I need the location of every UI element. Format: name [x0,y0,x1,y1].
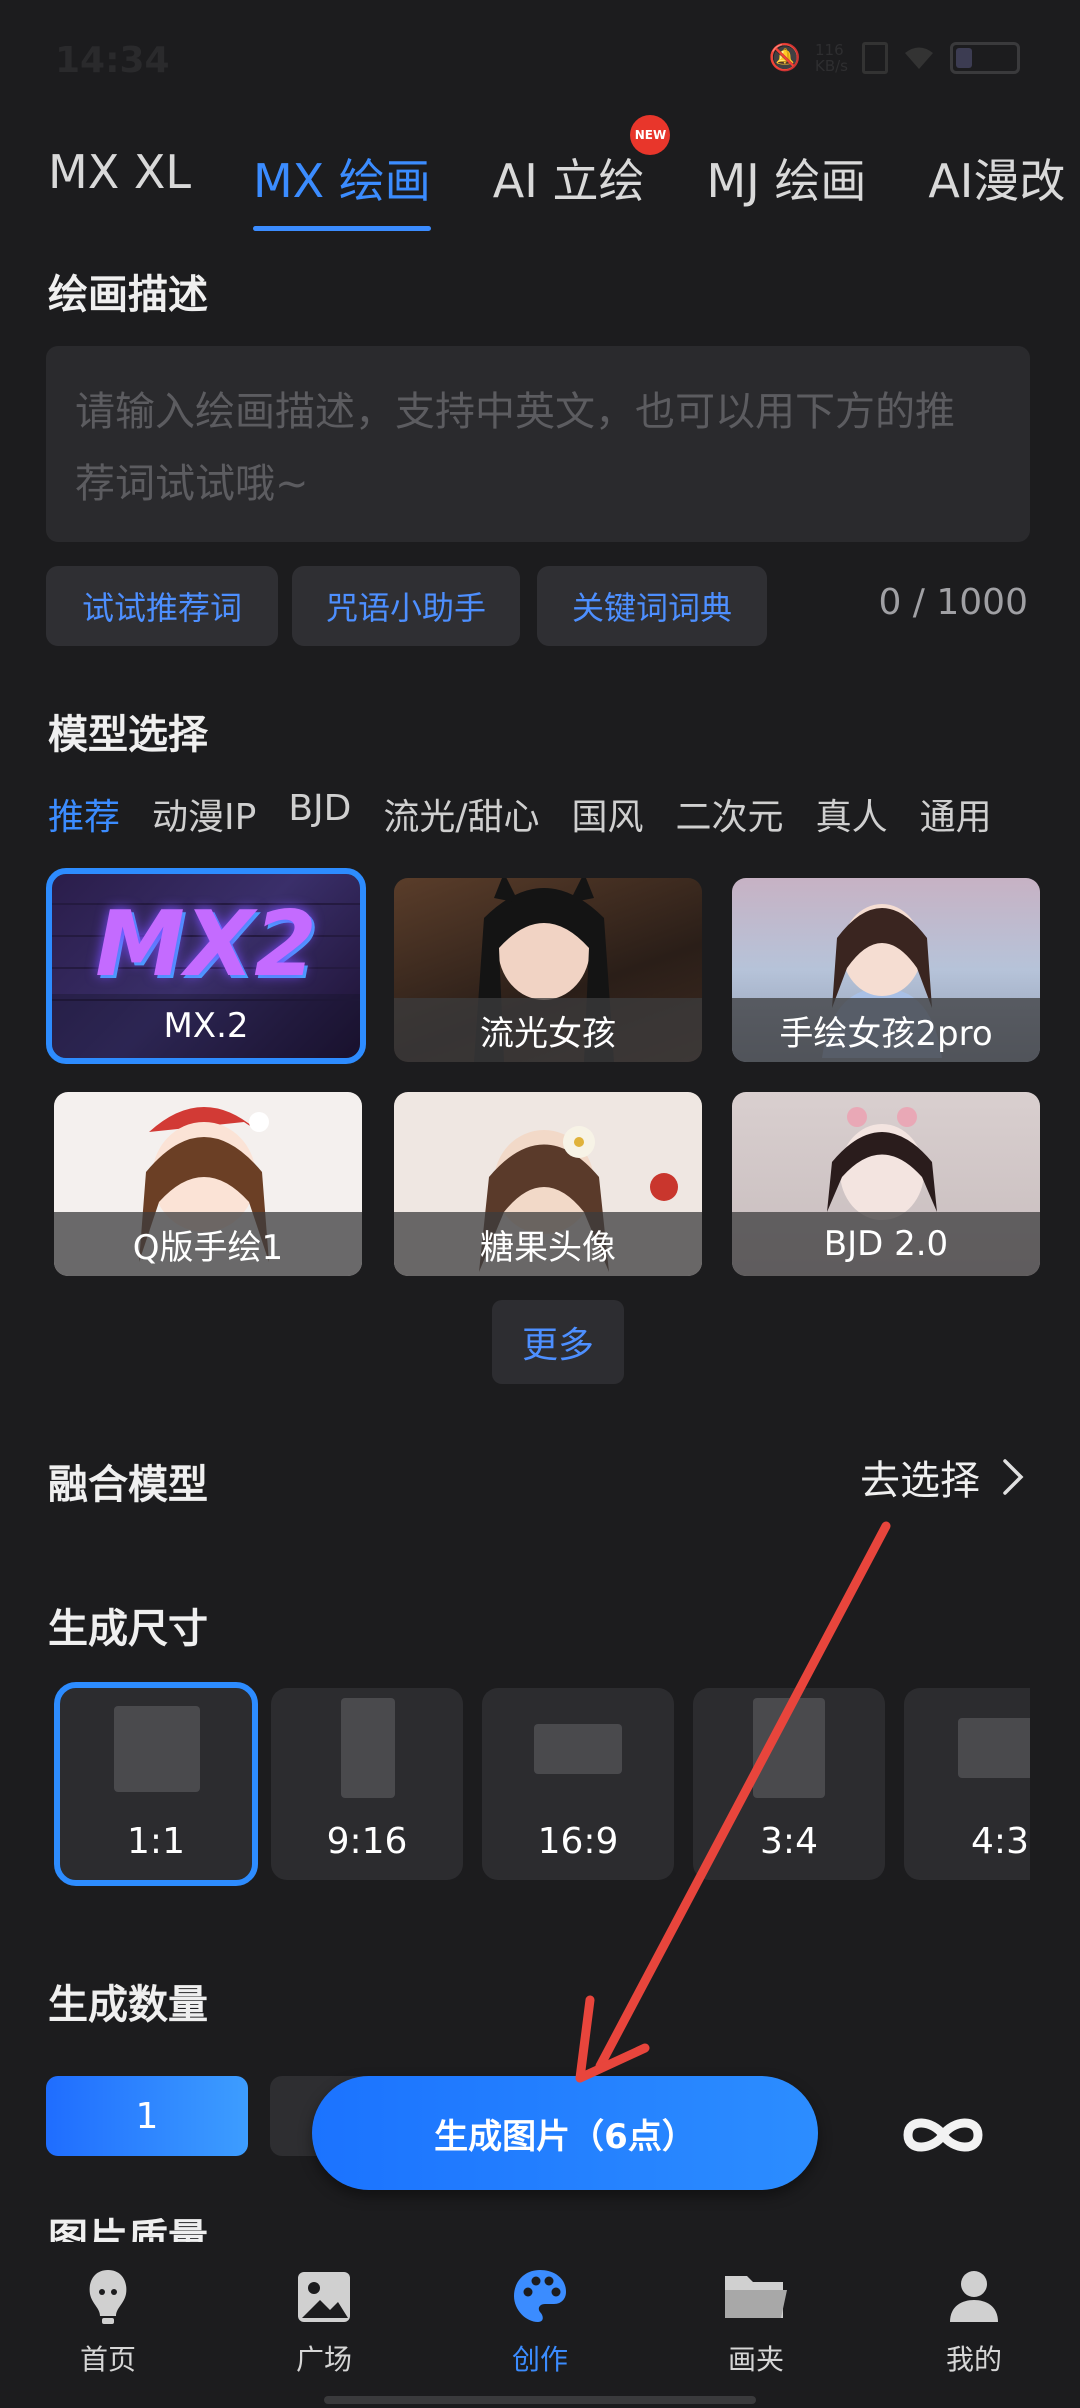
quality-title: 图片质量 [48,2216,208,2242]
nav-create-label: 创作 [511,2343,568,2376]
category-flow-sweet[interactable]: 流光/甜心 [383,788,539,840]
category-real[interactable]: 真人 [816,788,888,840]
nav-home[interactable]: 首页 [28,2264,188,2378]
size-option-label: 1:1 [127,1821,185,1862]
bulb-face-icon [89,2270,127,2324]
category-recommended[interactable]: 推荐 [48,788,120,840]
quantity-option-1[interactable]: 1 [46,2076,248,2156]
battery-icon [950,42,1020,74]
ratio-shape [753,1698,825,1798]
nav-square[interactable]: 广场 [244,2264,404,2378]
ratio-shape [341,1698,395,1798]
try-recommended-button[interactable]: 试试推荐词 [46,566,278,646]
keyword-dictionary-button[interactable]: 关键词词典 [537,566,767,646]
infinity-icon[interactable] [898,2110,988,2160]
description-placeholder: 请输入绘画描述，支持中英文，也可以用下方的推荐词试试哦~ [75,389,955,507]
category-general[interactable]: 通用 [920,788,992,840]
fusion-title: 融合模型 [48,1462,208,1508]
tab-mx-xl[interactable]: MX XL [48,145,191,211]
user-icon [950,2271,998,2322]
model-title: 模型选择 [48,712,208,758]
size-option-16-9[interactable]: 16:9 [482,1688,674,1880]
status-icons: 🔕 116 KB/s [769,42,1020,74]
size-option-label: 16:9 [537,1821,619,1862]
image-icon [298,2272,350,2322]
model-card-handdrawn-girl[interactable]: 手绘女孩2pro [732,878,1040,1062]
model-card-mx2[interactable]: MX2 MX.2 [46,868,366,1064]
ratio-shape [958,1718,1030,1778]
size-options: 1:1 9:16 16:9 3:4 4:3 [0,1680,1030,1890]
description-title: 绘画描述 [48,272,208,318]
ratio-shape [534,1724,622,1774]
nav-create[interactable]: 创作 [460,2264,620,2378]
mute-icon: 🔕 [768,43,801,73]
nav-mine[interactable]: 我的 [894,2264,1054,2378]
size-title: 生成尺寸 [48,1606,208,1652]
mode-tabs: MX XL MX 绘画 AI 立绘 NEW MJ 绘画 AI漫改 [48,115,1080,231]
category-bjd[interactable]: BJD [288,788,351,840]
model-card-candy-avatar[interactable]: 糖果头像 [394,1092,702,1276]
size-option-label: 4:3 [971,1821,1029,1862]
model-card-label: Q版手绘1 [54,1212,362,1276]
model-card-bjd2[interactable]: BJD 2.0 [732,1092,1040,1276]
model-card-q-handdrawn[interactable]: Q版手绘1 [54,1092,362,1276]
quantity-title: 生成数量 [48,1982,208,2028]
palette-icon [514,2270,566,2322]
status-time: 14:34 [55,40,170,81]
category-chinese-style[interactable]: 国风 [572,788,644,840]
generate-image-button[interactable]: 生成图片（6点） [312,2076,818,2190]
model-card-label: 流光女孩 [394,998,702,1062]
tab-ai-portrait[interactable]: AI 立绘 NEW [492,115,671,211]
size-option-label: 9:16 [326,1821,408,1862]
category-anime-ip[interactable]: 动漫IP [152,788,256,840]
size-option-1-1[interactable]: 1:1 [54,1682,258,1886]
tab-mj-painting[interactable]: MJ 绘画 [706,145,866,211]
model-card-label: 手绘女孩2pro [732,998,1040,1062]
nav-mine-label: 我的 [945,2343,1002,2376]
ratio-shape [114,1706,200,1792]
net-speed: 116 KB/s [815,41,848,75]
nav-square-label: 广场 [295,2343,352,2376]
nav-home-label: 首页 [79,2343,136,2376]
size-option-label: 3:4 [760,1821,818,1862]
bottom-nav: 首页 广场 创作 画夹 我的 [0,2244,1080,2408]
size-option-9-16[interactable]: 9:16 [271,1688,463,1880]
nav-folder[interactable]: 画夹 [676,2264,836,2378]
model-card-label: 糖果头像 [394,1212,702,1276]
char-counter: 0 / 1000 [878,582,1028,623]
tab-ai-comic[interactable]: AI漫改 [928,145,1065,211]
sim-icon [862,42,888,74]
chevron-right-icon [1003,1459,1024,1495]
size-option-3-4[interactable]: 3:4 [693,1688,885,1880]
home-indicator [324,2396,756,2404]
spell-assistant-button[interactable]: 咒语小助手 [292,566,520,646]
model-categories: 推荐 动漫IP BJD 流光/甜心 国风 二次元 真人 通用 [48,788,1024,840]
category-2d[interactable]: 二次元 [676,788,784,840]
fusion-choose-button[interactable]: 去选择 [860,1448,1024,1506]
fusion-choose-label: 去选择 [860,1458,980,1504]
tab-mx-painting[interactable]: MX 绘画 [252,145,431,231]
model-card-label: BJD 2.0 [732,1212,1040,1276]
nav-folder-label: 画夹 [727,2343,784,2376]
model-card-label: MX.2 [52,994,360,1058]
new-badge: NEW [630,115,671,155]
tab-ai-portrait-label: AI 立绘 [492,154,645,208]
size-option-4-3[interactable]: 4:3 [904,1688,1030,1880]
model-card-flow-girl[interactable]: 流光女孩 [394,878,702,1062]
wifi-icon [905,47,933,69]
more-models-button[interactable]: 更多 [492,1300,624,1384]
folder-icon [725,2276,787,2318]
mx2-logo-text: MX2 [95,892,317,997]
